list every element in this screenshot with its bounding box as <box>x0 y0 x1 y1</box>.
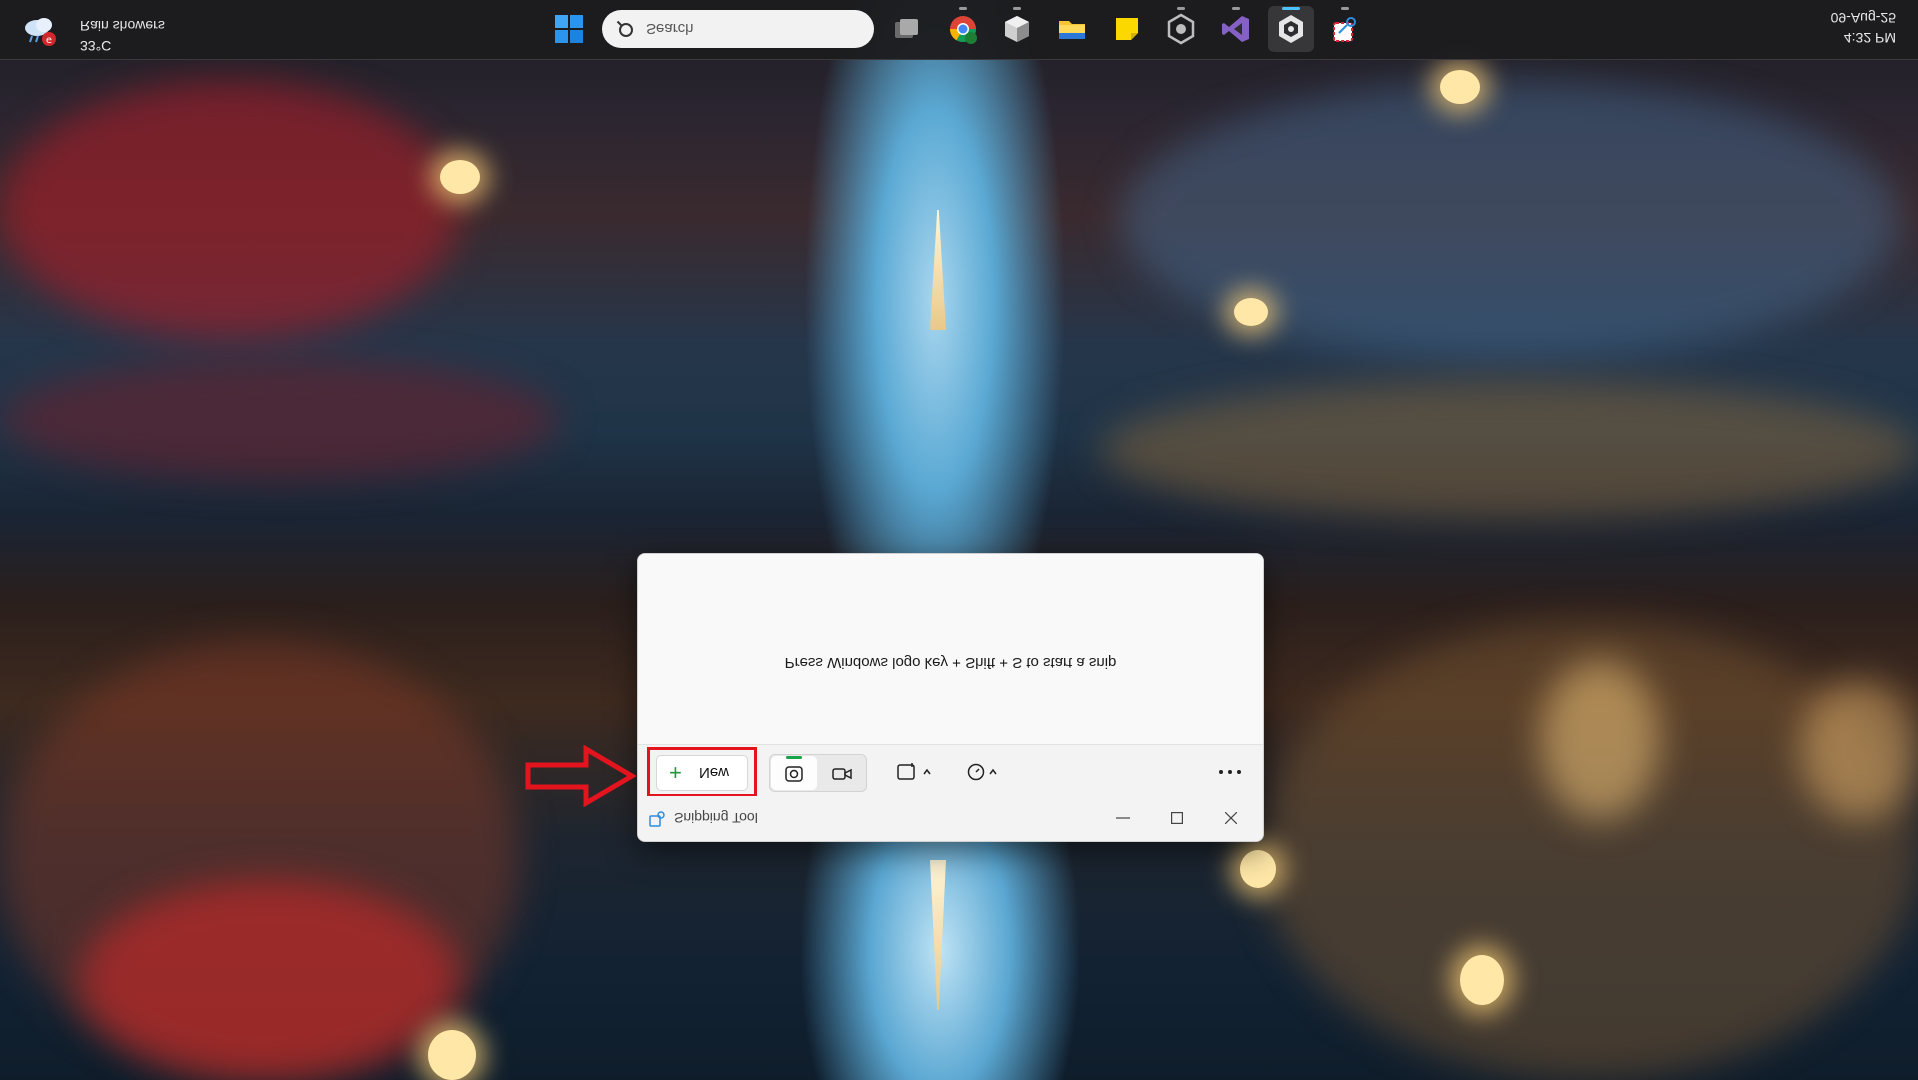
task-view-button[interactable] <box>884 6 930 52</box>
running-indicator <box>1013 7 1021 10</box>
weather-widget[interactable]: e Rain showers 33°C <box>18 8 178 54</box>
search-icon <box>616 20 633 37</box>
chrome-icon <box>949 16 977 44</box>
running-indicator <box>959 7 967 10</box>
screenshot-mode-button[interactable] <box>771 756 817 790</box>
start-button[interactable] <box>554 14 584 44</box>
snip-delay-dropdown[interactable] <box>964 757 1008 787</box>
new-snip-button[interactable]: + New <box>656 755 748 791</box>
selected-mode-indicator <box>786 756 802 759</box>
minimize-button[interactable] <box>1100 802 1146 834</box>
taskbar-app-hex[interactable] <box>1158 6 1204 52</box>
taskbar-app-3d[interactable] <box>994 6 1040 52</box>
snip-hint-text: Press Windows logo key + Shift + S to st… <box>784 654 1117 671</box>
window-titlebar[interactable]: Snipping Tool <box>638 796 1263 841</box>
taskbar-search-box[interactable]: Search <box>602 10 874 48</box>
taskbar-app-visual-studio[interactable] <box>1213 6 1259 52</box>
more-options-button[interactable] <box>1212 757 1248 787</box>
weather-temperature: 33°C <box>80 38 112 54</box>
snip-shape-dropdown[interactable] <box>894 757 938 787</box>
taskbar-app-sticky-notes[interactable] <box>1104 6 1150 52</box>
active-indicator <box>1282 7 1300 10</box>
window-title: Snipping Tool <box>674 810 758 826</box>
maximize-button[interactable] <box>1154 802 1200 834</box>
cube-app-icon <box>1005 16 1029 42</box>
taskbar: e Rain showers 33°C Search 09-Aug-25 4:3… <box>0 0 1918 60</box>
camera-icon <box>785 766 803 782</box>
svg-text:e: e <box>46 35 52 46</box>
close-button[interactable] <box>1208 802 1254 834</box>
clock-date: 09-Aug-25 <box>1830 10 1896 26</box>
running-indicator <box>1341 7 1349 10</box>
windows-logo-icon <box>555 15 583 43</box>
snip-toolbar: + New <box>638 744 1263 797</box>
taskbar-app-active[interactable] <box>1268 6 1314 52</box>
snipping-tool-app-icon <box>649 811 665 827</box>
running-indicator <box>1232 7 1240 10</box>
sticky-note-icon <box>1116 18 1138 40</box>
taskbar-app-file-explorer[interactable] <box>1049 6 1095 52</box>
close-icon <box>1225 812 1237 824</box>
running-indicator <box>1177 7 1185 10</box>
rectangle-snip-icon <box>897 763 931 780</box>
snip-canvas-area: Press Windows logo key + Shift + S to st… <box>638 554 1263 744</box>
visual-studio-icon <box>1222 16 1249 42</box>
capture-mode-toggle <box>769 754 867 792</box>
folder-icon <box>1059 21 1085 39</box>
snipping-tool-icon <box>1333 17 1356 42</box>
video-camera-icon <box>832 768 852 780</box>
record-mode-button[interactable] <box>819 756 865 790</box>
plus-icon: + <box>669 760 682 785</box>
search-placeholder: Search <box>646 20 694 37</box>
maximize-icon <box>1171 812 1183 824</box>
rain-cloud-icon: e <box>25 18 56 46</box>
clock-time: 4:32 PM <box>1843 30 1896 46</box>
new-button-label: New <box>699 764 730 781</box>
minimize-icon <box>1116 817 1130 819</box>
timer-icon <box>967 763 997 781</box>
taskbar-app-chrome[interactable] <box>940 6 986 52</box>
task-view-icon <box>895 19 918 38</box>
shield-app-icon <box>1279 15 1303 43</box>
ellipsis-icon <box>1219 770 1241 774</box>
taskbar-app-snipping-tool[interactable] <box>1322 6 1368 52</box>
weather-condition: Rain showers <box>80 18 165 34</box>
snipping-tool-window: Press Windows logo key + Shift + S to st… <box>637 553 1264 842</box>
desktop-wallpaper <box>0 0 1918 1080</box>
hex-app-icon <box>1167 13 1195 45</box>
